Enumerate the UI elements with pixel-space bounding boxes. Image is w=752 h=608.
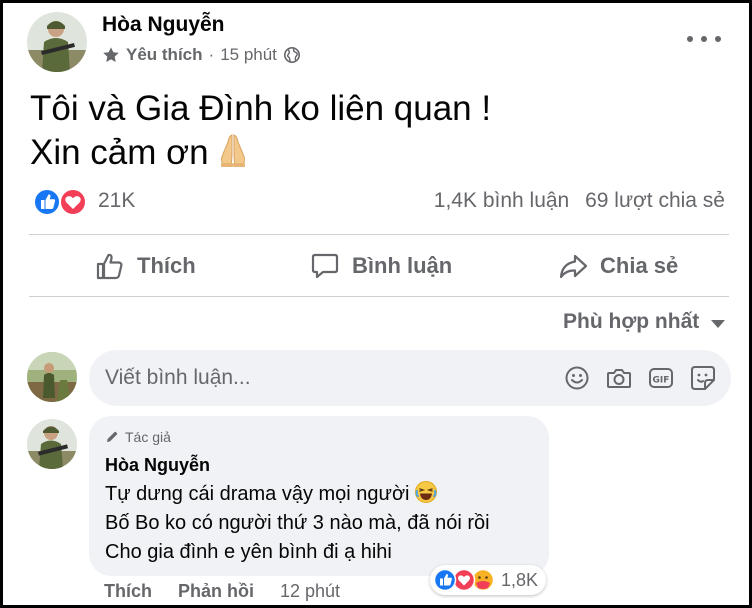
- share-label: Chia sẻ: [600, 253, 679, 278]
- comment-reaction-icons: [433, 568, 495, 592]
- author-name[interactable]: Hòa Nguyễn: [102, 13, 225, 37]
- comment-line-1: Tự dưng cái drama vậy mọi người: [105, 480, 490, 509]
- comment-actions: Thích Phản hồi 12 phút: [104, 581, 340, 602]
- current-user-avatar[interactable]: [27, 352, 77, 402]
- divider: [29, 296, 729, 297]
- comment-composer[interactable]: Viết bình luận... GIF: [89, 350, 731, 406]
- comment-line: Bố Bo ko có người thứ 3 nào mà, đã nói r…: [105, 512, 490, 534]
- svg-text:GIF: GIF: [653, 376, 670, 386]
- comment-line: Cho gia đình e yên bình đi ạ hihi: [105, 541, 392, 563]
- sticker-icon[interactable]: [689, 364, 717, 392]
- comment-like-link[interactable]: Thích: [104, 581, 152, 602]
- pray-emoji-icon: [220, 134, 245, 167]
- caret-down-icon: [711, 319, 726, 328]
- share-arrow-icon: [559, 254, 588, 279]
- dot-icon: [687, 36, 693, 42]
- more-options-button[interactable]: [687, 29, 721, 49]
- dot-icon: [701, 36, 707, 42]
- like-button[interactable]: Thích: [95, 243, 196, 289]
- author-badge: Tác giả: [105, 429, 171, 445]
- commenter-avatar[interactable]: [27, 419, 77, 469]
- comment-line: Tự dưng cái drama vậy mọi người: [105, 483, 410, 505]
- comment-reactions[interactable]: 1,8K: [430, 565, 547, 595]
- post-line: Xin cảm ơn: [30, 133, 209, 172]
- star-icon: [103, 47, 119, 63]
- reaction-count[interactable]: 21K: [98, 189, 135, 213]
- post-stats: 1,4K bình luận 69 lượt chia sẻ: [434, 189, 725, 213]
- comment-reply-link[interactable]: Phản hồi: [178, 581, 254, 602]
- divider: [29, 234, 729, 235]
- author-badge-label: Tác giả: [125, 429, 171, 445]
- comment-label: Bình luận: [352, 253, 453, 278]
- laughing-emoji-icon: [414, 481, 437, 503]
- commenter-name[interactable]: Hòa Nguyễn: [105, 455, 210, 476]
- post-line: Tôi và Gia Đình ko liên quan !: [30, 89, 492, 128]
- camera-icon[interactable]: [605, 364, 633, 392]
- dot-icon: [715, 36, 721, 42]
- comment-bubble-icon: [311, 253, 339, 279]
- share-count[interactable]: 69 lượt chia sẻ: [585, 189, 725, 212]
- comment-sort-dropdown[interactable]: Phù hợp nhất: [563, 310, 726, 334]
- comment-text: Tự dưng cái drama vậy mọi người Bố Bo ko…: [105, 480, 490, 567]
- comment-reaction-count: 1,8K: [501, 569, 539, 590]
- gif-icon[interactable]: GIF: [647, 364, 675, 392]
- share-button[interactable]: Chia sẻ: [558, 243, 678, 289]
- comment-bubble: Tác giả Hòa Nguyễn Tự dưng cái drama vậy…: [89, 416, 549, 576]
- thumbs-up-icon: [96, 253, 123, 280]
- composer-tools: GIF: [549, 364, 717, 392]
- comment-input[interactable]: Viết bình luận...: [105, 350, 251, 406]
- globe-icon[interactable]: [283, 46, 301, 64]
- post-time[interactable]: 15 phút: [220, 45, 277, 65]
- emoji-icon[interactable]: [563, 364, 591, 392]
- pencil-icon: [107, 431, 118, 442]
- comment-time[interactable]: 12 phút: [280, 581, 340, 602]
- post-line-2: Xin cảm ơn: [30, 131, 491, 175]
- audience-label[interactable]: Yêu thích: [126, 45, 203, 65]
- post-card: Hòa Nguyễn Yêu thích · 15 phút Tôi và Gi…: [0, 0, 752, 608]
- post-meta: Yêu thích · 15 phút: [102, 45, 301, 65]
- post-content: Tôi và Gia Đình ko liên quan ! Xin cảm ơ…: [30, 87, 491, 175]
- comment-count[interactable]: 1,4K bình luận: [434, 189, 569, 212]
- author-avatar[interactable]: [27, 12, 87, 72]
- like-label: Thích: [137, 253, 196, 278]
- comment-button[interactable]: Bình luận: [310, 243, 452, 289]
- meta-separator: ·: [208, 45, 215, 64]
- reaction-icons[interactable]: [32, 187, 88, 217]
- sort-label: Phù hợp nhất: [563, 310, 700, 333]
